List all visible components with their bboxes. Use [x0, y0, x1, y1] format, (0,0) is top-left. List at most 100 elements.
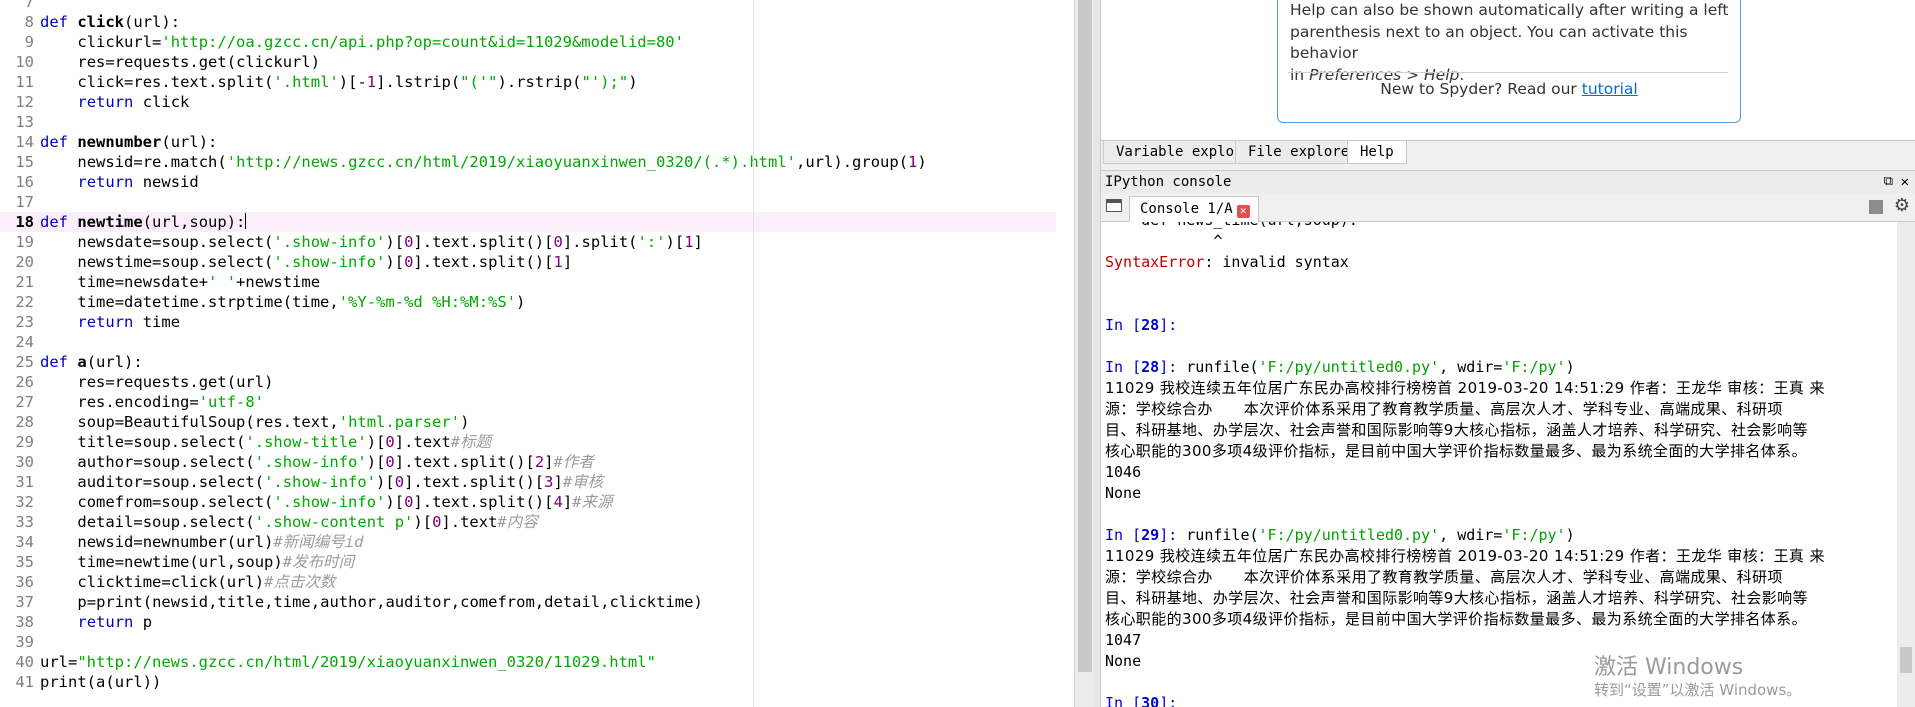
console-output[interactable]: def news_time(url,soup): ^ SyntaxError: i…	[1101, 222, 1897, 707]
code-text: return time	[77, 313, 181, 331]
console-output-line: 1046	[1105, 463, 1142, 481]
console-prompt-line: In [28]: runfile('F:/py/untitled0.py', w…	[1105, 357, 1895, 378]
code-text: res=requests.get(url)	[77, 373, 274, 391]
code-line[interactable]: 7	[0, 0, 1056, 12]
code-line[interactable]: 37 p=print(newsid,title,time,author,audi…	[0, 592, 1056, 612]
prompt-close: ]:	[1159, 694, 1187, 707]
code-line[interactable]: 29 title=soup.select('.show-title')[0].t…	[0, 432, 1056, 452]
editor-scrollbar-thumb[interactable]	[1078, 0, 1092, 672]
line-number: 25	[15, 353, 34, 371]
code-line[interactable]: 28 soup=BeautifulSoup(res.text,'html.par…	[0, 412, 1056, 432]
code-line[interactable]: 21 time=newsdate+' '+newstime	[0, 272, 1056, 292]
code-area[interactable]: 7 8 def click(url): 9 clickurl='http://oa.g…	[0, 0, 1056, 707]
activation-watermark: 激活 Windows 转到“设置”以激活 Windows。	[1594, 655, 1801, 699]
help-intro-text: Help can also be shown automatically aft…	[1290, 0, 1730, 86]
code-line[interactable]: 40 url="http://news.gzcc.cn/html/2019/xia…	[0, 652, 1056, 672]
console-output-line: 11029 我校连续五年位居广东民办高校排行榜榜首 2019-03-20 14:…	[1105, 547, 1825, 565]
console-output-line: 目、科研基地、办学层次、社会声誉和国际影响等9大核心指标，涵盖人才培养、科学研究…	[1105, 421, 1808, 439]
console-tab[interactable]: Console 1/A ✕	[1129, 196, 1259, 222]
tab-help[interactable]: Help	[1347, 141, 1407, 164]
tutorial-link[interactable]: tutorial	[1582, 80, 1638, 98]
editor-scrollbar[interactable]	[1074, 0, 1095, 707]
code-text: newsdate=soup.select('.show-info')[0].te…	[77, 233, 703, 251]
line-number: 12	[15, 93, 34, 111]
code-line[interactable]: 22 time=datetime.strptime(time,'%Y-%m-%d…	[0, 292, 1056, 312]
code-text: return p	[77, 613, 153, 631]
line-number: 8	[24, 13, 34, 31]
code-line[interactable]: 33 detail=soup.select('.show-content p')…	[0, 512, 1056, 532]
line-number: 41	[15, 673, 34, 691]
code-text: title=soup.select('.show-title')[0].text…	[77, 433, 492, 451]
code-line[interactable]: 19 newsdate=soup.select('.show-info')[0]…	[0, 232, 1056, 252]
line-number: 21	[15, 273, 34, 291]
error-message: : invalid syntax	[1204, 253, 1349, 271]
line-number: 7	[24, 0, 34, 11]
code-line[interactable]: 14 def newnumber(url):	[0, 132, 1056, 152]
code-line[interactable]: 20 newstime=soup.select('.show-info')[0]…	[0, 252, 1056, 272]
code-text: def newtime(url,soup):	[40, 213, 247, 231]
code-line[interactable]: 9 clickurl='http://oa.gzcc.cn/api.php?op…	[0, 32, 1056, 52]
help-text-line: parenthesis next to an object. You can a…	[1290, 22, 1688, 63]
line-number: 35	[15, 553, 34, 571]
code-line[interactable]: 24	[0, 332, 1056, 352]
runfile-sep: , wdir=	[1439, 526, 1503, 544]
code-line[interactable]: 39	[0, 632, 1056, 652]
prompt-number: 30	[1141, 694, 1160, 707]
code-line[interactable]: 41 print(a(url))	[0, 672, 1056, 692]
code-line[interactable]: 38 return p	[0, 612, 1056, 632]
line-number: 13	[15, 113, 34, 131]
console-output-line: 11029 我校连续五年位居广东民办高校排行榜榜首 2019-03-20 14:…	[1105, 379, 1825, 397]
console-scrollbar[interactable]	[1897, 222, 1915, 707]
code-line[interactable]: 10 res=requests.get(clickurl)	[0, 52, 1056, 72]
runfile-path: 'F:/py/untitled0.py'	[1258, 526, 1440, 544]
console-scrollbar-thumb[interactable]	[1900, 647, 1912, 673]
code-text: res=requests.get(clickurl)	[77, 53, 321, 71]
undock-icon[interactable]: ⧉	[1884, 171, 1893, 193]
code-line[interactable]: 27 res.encoding='utf-8'	[0, 392, 1056, 412]
help-text-line: Help can also be shown automatically aft…	[1290, 1, 1729, 19]
code-line[interactable]: 26 res=requests.get(url)	[0, 372, 1056, 392]
code-line[interactable]: 31 auditor=soup.select('.show-info')[0].…	[0, 472, 1056, 492]
console-output-line: 源：学校综合办 本次评价体系采用了教育教学质量、高层次人才、学科专业、高端成果、…	[1105, 400, 1783, 418]
code-line[interactable]: 8 def click(url):	[0, 12, 1056, 32]
code-line[interactable]: 35 time=newtime(url,soup)#发布时间	[0, 552, 1056, 572]
code-text: newsid=newnumber(url)#新闻编号id	[77, 533, 364, 551]
console-tabbar: Console 1/A ✕ ⚙	[1101, 193, 1915, 222]
code-line[interactable]: 17	[0, 192, 1056, 212]
code-editor[interactable]: 7 8 def click(url): 9 clickurl='http://oa.g…	[0, 0, 1076, 707]
browse-tabs-icon[interactable]	[1106, 199, 1122, 212]
code-line[interactable]: 32 comefrom=soup.select('.show-info')[0]…	[0, 492, 1056, 512]
code-line[interactable]: 25 def a(url):	[0, 352, 1056, 372]
gear-icon[interactable]: ⚙	[1894, 195, 1910, 216]
edge-line	[753, 0, 754, 707]
close-pane-icon[interactable]: ✕	[1901, 171, 1909, 193]
code-line[interactable]: 11 click=res.text.split('.html')[-1].lst…	[0, 72, 1056, 92]
prompt-close: ]:	[1159, 358, 1187, 376]
code-text: print(a(url))	[40, 673, 162, 691]
line-number: 28	[15, 413, 34, 431]
code-text: url="http://news.gzcc.cn/html/2019/xiaoy…	[40, 653, 656, 671]
code-line[interactable]: 23 return time	[0, 312, 1056, 332]
code-text: author=soup.select('.show-info')[0].text…	[77, 453, 594, 471]
code-line[interactable]: 12 return click	[0, 92, 1056, 112]
code-line[interactable]: 15 newsid=re.match('http://news.gzcc.cn/…	[0, 152, 1056, 172]
pane-splitter[interactable]	[1094, 0, 1101, 707]
runfile-wdir: 'F:/py'	[1502, 358, 1566, 376]
help-pane: Help can also be shown automatically aft…	[1101, 0, 1915, 140]
code-line[interactable]: 18 def newtime(url,soup):	[0, 212, 1056, 232]
runfile-call: runfile(	[1186, 358, 1259, 376]
runfile-close: )	[1565, 526, 1575, 544]
code-line[interactable]: 36 clicktime=click(url)#点击次数	[0, 572, 1056, 592]
code-line[interactable]: 34 newsid=newnumber(url)#新闻编号id	[0, 532, 1056, 552]
code-line[interactable]: 16 return newsid	[0, 172, 1056, 192]
code-line[interactable]: 13	[0, 112, 1056, 132]
console-output-line: 核心职能的300多项4级评价指标，是目前中国大学评价指标数量最多、最为系统全面的…	[1105, 442, 1807, 460]
stop-icon[interactable]	[1869, 200, 1883, 214]
close-tab-icon[interactable]: ✕	[1236, 205, 1250, 218]
prompt-close: ]:	[1159, 526, 1187, 544]
code-line[interactable]: 30 author=soup.select('.show-info')[0].t…	[0, 452, 1056, 472]
runfile-call: runfile(	[1186, 526, 1259, 544]
